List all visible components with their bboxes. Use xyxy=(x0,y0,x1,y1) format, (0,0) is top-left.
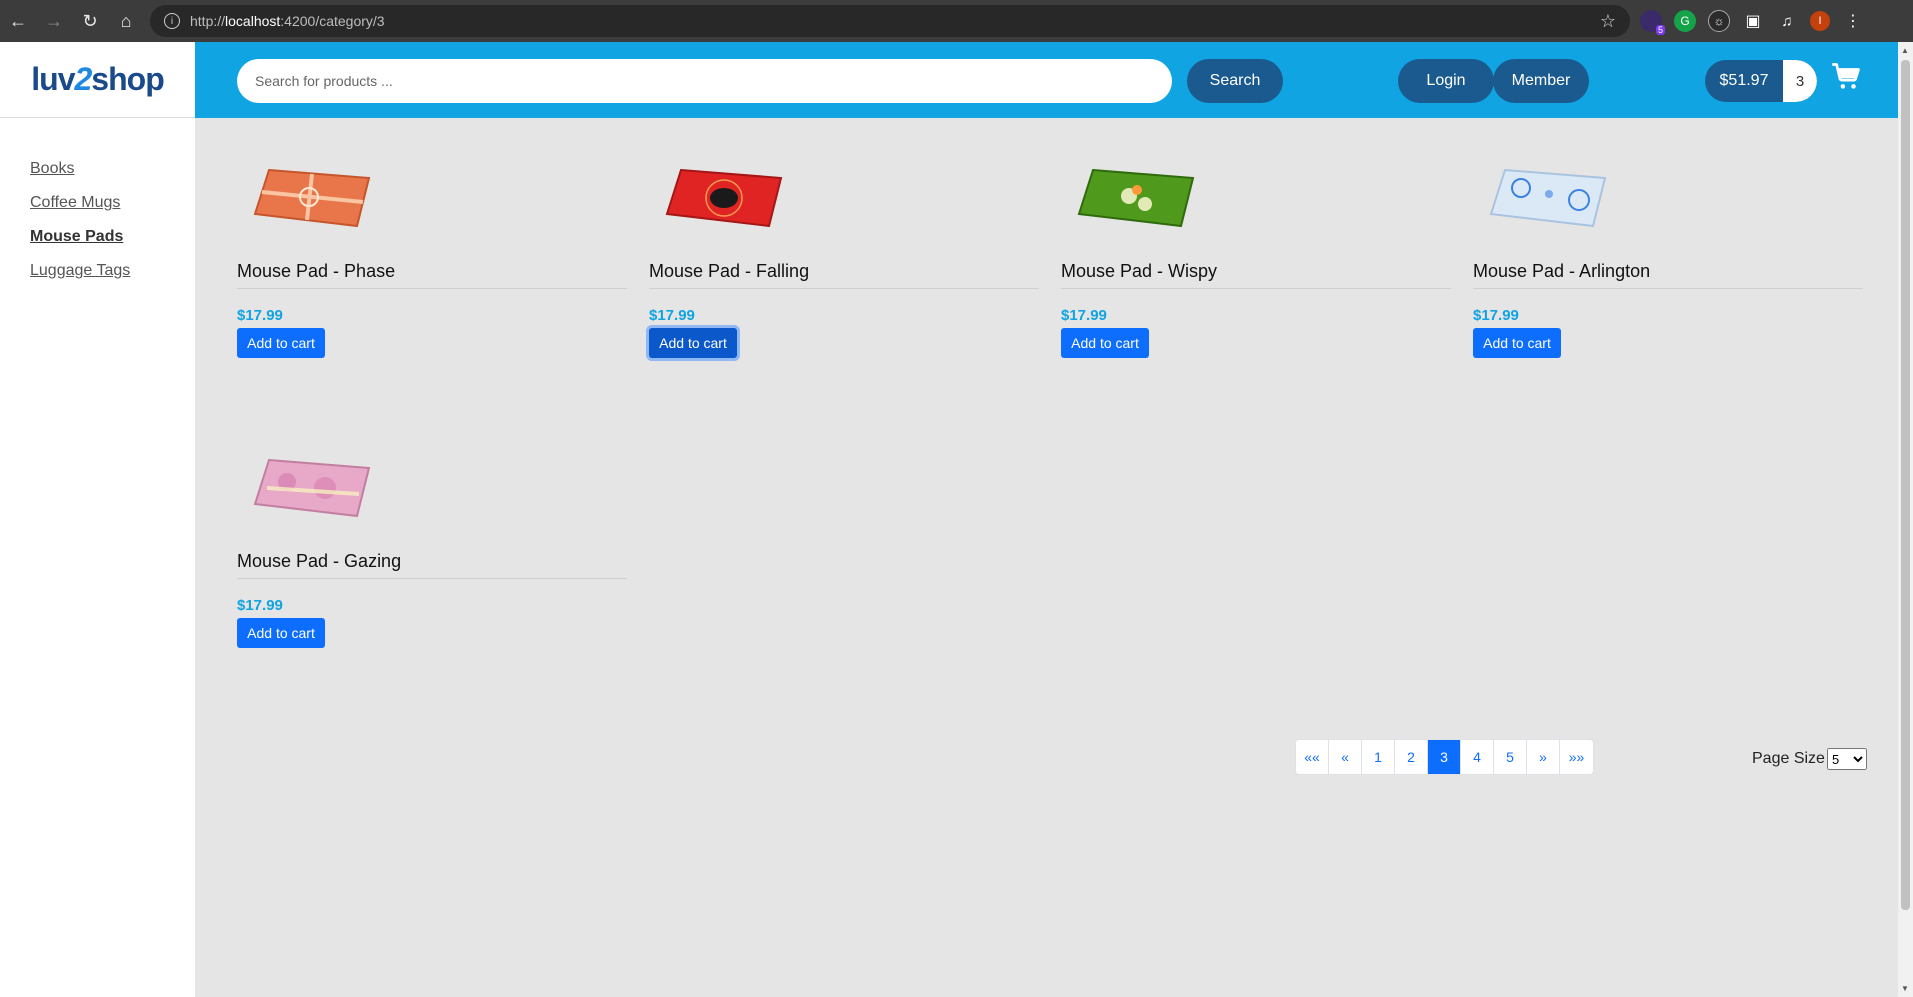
product-name[interactable]: Mouse Pad - Arlington xyxy=(1473,261,1863,289)
category-menu: Books Coffee Mugs Mouse Pads Luggage Tag… xyxy=(30,160,130,296)
product-card: Mouse Pad - Wispy $17.99 Add to cart xyxy=(1061,148,1451,358)
reload-icon[interactable]: ↻ xyxy=(72,3,108,39)
product-price: $17.99 xyxy=(237,307,283,324)
product-image-falling[interactable] xyxy=(659,148,789,238)
extension-globe-icon[interactable]: ☼ xyxy=(1708,10,1730,32)
category-link-mouse-pads[interactable]: Mouse Pads xyxy=(30,228,130,248)
logo-text-2: 2 xyxy=(74,61,93,97)
add-to-cart-button[interactable]: Add to cart xyxy=(237,618,325,648)
bookmark-star-icon[interactable]: ☆ xyxy=(1600,11,1616,32)
product-image-wispy[interactable] xyxy=(1071,148,1201,238)
home-icon[interactable]: ⌂ xyxy=(108,3,144,39)
sidebar: luv2shop Books Coffee Mugs Mouse Pads Lu… xyxy=(0,42,195,997)
product-name[interactable]: Mouse Pad - Wispy xyxy=(1061,261,1451,289)
scrollbar-thumb[interactable] xyxy=(1901,60,1910,910)
scroll-up-icon[interactable]: ▲ xyxy=(1901,46,1909,55)
cart-total-price: $51.97 xyxy=(1719,72,1769,89)
product-name[interactable]: Mouse Pad - Gazing xyxy=(237,551,627,579)
pagination-page-1[interactable]: 1 xyxy=(1362,740,1395,774)
product-image-phase[interactable] xyxy=(247,148,377,238)
add-to-cart-button[interactable]: Add to cart xyxy=(1473,328,1561,358)
search-button[interactable]: Search xyxy=(1187,59,1283,103)
url-prefix: http:// xyxy=(190,13,226,29)
page-size-label: Page Size xyxy=(1752,750,1825,767)
address-bar[interactable]: i http://localhost:4200/category/3 ☆ xyxy=(150,5,1630,37)
category-link-books[interactable]: Books xyxy=(30,160,130,180)
cart-total-quantity: 3 xyxy=(1783,60,1817,102)
page-size-select[interactable]: 5 xyxy=(1826,748,1867,770)
url-path: :4200/category/3 xyxy=(280,13,385,29)
add-to-cart-button[interactable]: Add to cart xyxy=(237,328,325,358)
pagination-last[interactable]: »» xyxy=(1560,740,1593,774)
pagination-page-5[interactable]: 5 xyxy=(1494,740,1527,774)
product-name[interactable]: Mouse Pad - Falling xyxy=(649,261,1039,289)
page-scrollbar[interactable]: ▲ ▼ xyxy=(1898,42,1913,997)
add-to-cart-button[interactable]: Add to cart xyxy=(1061,328,1149,358)
browser-toolbar: ← → ↻ ⌂ i http://localhost:4200/category… xyxy=(0,0,1913,42)
product-card: Mouse Pad - Falling $17.99 Add to cart xyxy=(649,148,1039,358)
logo-text-luv: luv xyxy=(31,61,75,97)
product-price: $17.99 xyxy=(1061,307,1107,324)
logo[interactable]: luv2shop xyxy=(0,42,195,118)
pagination-first[interactable]: «« xyxy=(1296,740,1329,774)
grammarly-icon[interactable]: G xyxy=(1674,10,1696,32)
pagination-page-3[interactable]: 3 xyxy=(1428,740,1461,774)
product-name[interactable]: Mouse Pad - Phase xyxy=(237,261,627,289)
product-list: Mouse Pad - Phase $17.99 Add to cart Mou… xyxy=(195,118,1898,997)
search-input[interactable] xyxy=(237,59,1172,103)
product-image-arlington[interactable] xyxy=(1483,148,1613,238)
site-info-icon[interactable]: i xyxy=(164,13,180,29)
product-card: Mouse Pad - Gazing $17.99 Add to cart xyxy=(237,438,627,648)
shopping-cart-icon[interactable] xyxy=(1831,62,1861,92)
url-host: localhost xyxy=(225,13,281,29)
extension-badge: 5 xyxy=(1655,25,1665,35)
profile-avatar[interactable]: I xyxy=(1810,11,1830,31)
pagination-page-2[interactable]: 2 xyxy=(1395,740,1428,774)
page-size-control: Page Size 5 xyxy=(1752,748,1867,770)
browser-menu-icon[interactable]: ⋮ xyxy=(1842,10,1864,32)
logo-text-shop: shop xyxy=(91,61,164,97)
add-to-cart-button[interactable]: Add to cart xyxy=(649,328,737,358)
pagination-page-4[interactable]: 4 xyxy=(1461,740,1494,774)
scroll-down-icon[interactable]: ▼ xyxy=(1901,984,1909,993)
pagination-next[interactable]: » xyxy=(1527,740,1560,774)
category-link-luggage-tags[interactable]: Luggage Tags xyxy=(30,262,130,282)
media-control-icon[interactable]: ♫ xyxy=(1776,10,1798,32)
product-card: Mouse Pad - Phase $17.99 Add to cart xyxy=(237,148,627,358)
site-header: Search Login Member $51.97 3 xyxy=(195,42,1898,118)
pagination-previous[interactable]: « xyxy=(1329,740,1362,774)
forward-icon[interactable]: → xyxy=(36,3,72,39)
product-price: $17.99 xyxy=(237,597,283,614)
category-link-coffee-mugs[interactable]: Coffee Mugs xyxy=(30,194,130,214)
cart-status[interactable]: $51.97 3 xyxy=(1705,60,1817,102)
back-icon[interactable]: ← xyxy=(0,3,36,39)
product-image-gazing[interactable] xyxy=(247,438,377,528)
member-button[interactable]: Member xyxy=(1493,59,1589,103)
product-price: $17.99 xyxy=(649,307,695,324)
product-price: $17.99 xyxy=(1473,307,1519,324)
pagination: «« « 1 2 3 4 5 » »» xyxy=(1295,739,1594,775)
login-button[interactable]: Login xyxy=(1398,59,1494,103)
extension-icon[interactable]: 5 xyxy=(1640,10,1665,35)
product-card: Mouse Pad - Arlington $17.99 Add to cart xyxy=(1473,148,1863,358)
extensions-puzzle-icon[interactable]: ▣ xyxy=(1742,10,1764,32)
